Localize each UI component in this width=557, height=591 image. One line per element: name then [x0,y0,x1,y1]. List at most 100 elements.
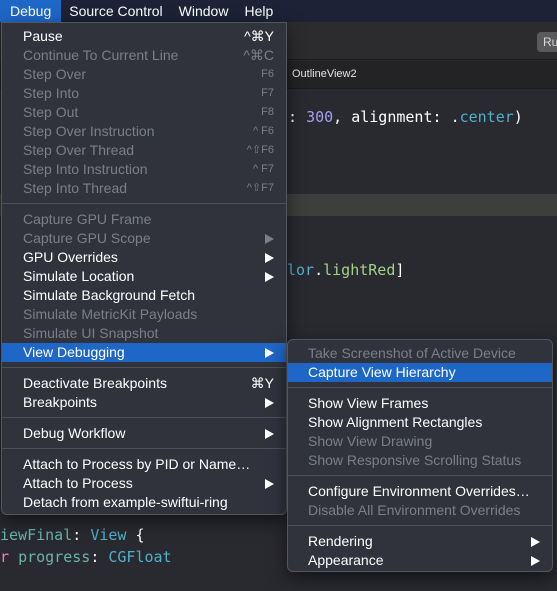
menu-item-label: Step Over [23,66,87,82]
menu-item-simulate-metrickit-payloads[interactable]: Simulate MetricKit Payloads [2,305,286,324]
menu-item-capture-gpu-scope[interactable]: Capture GPU Scope [2,229,286,248]
keyboard-shortcut: F8 [261,106,274,118]
keyboard-shortcut: ^ F7 [252,163,274,175]
menu-item-label: Simulate MetricKit Payloads [23,306,198,322]
keyboard-shortcut: ^⇧F6 [246,144,274,156]
menu-item-breakpoints[interactable]: Breakpoints [2,393,286,412]
code-token-keyword: r [0,548,10,566]
menu-item-label: Capture GPU Frame [23,211,152,227]
menu-item-capture-gpu-frame[interactable]: Capture GPU Frame [2,210,286,229]
menu-item-detach-from-example-swiftui-ring[interactable]: Detach from example-swiftui-ring [2,493,286,512]
menu-item-step-into[interactable]: Step Into F7 [2,84,286,103]
keyboard-shortcut: F7 [261,87,274,99]
code-token-type: CGFloat [108,548,172,566]
menu-item-step-over-instruction[interactable]: Step Over Instruction ^ F6 [2,122,286,141]
menu-item-capture-view-hierarchy[interactable]: Capture View Hierarchy [288,363,552,382]
menu-item-label: Step Over Thread [23,142,135,158]
menu-item-label: View Debugging [23,344,125,360]
menu-item-attach-to-process[interactable]: Attach to Process [2,474,286,493]
menu-separator [288,387,552,388]
menu-item-deactivate-breakpoints[interactable]: Deactivate Breakpoints ⌘Y [2,374,286,393]
code-token-type: View [90,526,127,544]
menu-item-pause[interactable]: Pause ^⌘Y [2,27,286,46]
menu-item-step-over-thread[interactable]: Step Over Thread ^⇧F6 [2,141,286,160]
code-token-member: lightRed [323,261,396,279]
menu-item-appearance[interactable]: Appearance [288,551,552,570]
menu-item-take-screenshot-of-active-device[interactable]: Take Screenshot of Active Device [288,344,552,363]
menu-item-continue-to-current-line[interactable]: Continue To Current Line ^⌘C [2,46,286,65]
menu-item-configure-environment-overrides[interactable]: Configure Environment Overrides… [288,482,552,501]
menu-item-show-view-drawing[interactable]: Show View Drawing [288,432,552,451]
menu-item-label: Show View Drawing [308,433,433,449]
menu-item-label: Debug Workflow [23,425,126,441]
keyboard-shortcut: ^ F6 [252,125,274,137]
code-line-struct: iewFinal: View { [0,526,145,544]
menu-item-step-into-instruction[interactable]: Step Into Instruction ^ F7 [2,160,286,179]
menu-item-simulate-location[interactable]: Simulate Location [2,267,286,286]
menu-separator [2,448,286,449]
keyboard-shortcut: ^⌘Y [244,28,274,44]
menubar-item-debug[interactable]: Debug [0,0,62,22]
tab-outlineview2[interactable]: OutlineView2 [292,68,357,80]
menubar-item-source-control[interactable]: Source Control [61,0,170,22]
menu-item-step-over[interactable]: Step Over F6 [2,65,286,84]
menu-item-label: Detach from example-swiftui-ring [23,494,228,510]
keyboard-shortcut: ⌘Y [250,375,274,391]
menu-item-debug-workflow[interactable]: Debug Workflow [2,424,286,443]
code-token-struct-name: iewFinal [0,526,73,544]
menu-item-simulate-background-fetch[interactable]: Simulate Background Fetch [2,286,286,305]
submenu-arrow-icon [265,272,274,282]
menu-item-label: Show Responsive Scrolling Status [308,452,522,468]
submenu-arrow-icon [265,348,274,358]
code-token-member: center [459,108,514,126]
menu-separator [2,417,286,418]
code-token: , alignment: [333,108,451,126]
submenu-arrow-icon [531,556,540,566]
code-token-number: 300 [306,108,334,126]
menu-item-rendering[interactable]: Rendering [288,532,552,551]
run-button[interactable]: Ru [537,32,557,52]
submenu-arrow-icon [265,429,274,439]
menu-item-step-out[interactable]: Step Out F8 [2,103,286,122]
menu-item-label: Attach to Process by PID or Name… [23,456,251,472]
menu-item-label: Rendering [308,533,373,549]
menu-item-label: Breakpoints [23,394,97,410]
menu-separator [2,203,286,204]
menu-item-label: Simulate Location [23,268,135,284]
menu-item-view-debugging[interactable]: View Debugging [2,343,286,362]
code-token: . [450,108,460,126]
menu-item-show-responsive-scrolling-status[interactable]: Show Responsive Scrolling Status [288,451,552,470]
code-line-progress: r progress: CGFloat [0,548,172,566]
submenu-arrow-icon [265,234,274,244]
menu-item-label: Step Out [23,104,79,120]
menu-item-label: Capture GPU Scope [23,230,151,246]
keyboard-shortcut: ^⌘C [243,47,274,63]
menu-item-label: Step Into Instruction [23,161,148,177]
keyboard-shortcut: ^⇧F7 [246,182,274,194]
code-token: : [72,526,91,544]
menu-item-label: Step Into [23,85,80,101]
menu-item-label: GPU Overrides [23,249,118,265]
debug-menu: Pause ^⌘Y Continue To Current Line ^⌘C Step … [1,22,287,515]
submenu-arrow-icon [265,479,274,489]
submenu-arrow-icon [531,537,540,547]
code-token: ] [395,261,405,279]
code-line-colors: lor.lightRed] [287,261,404,279]
menu-item-step-into-thread[interactable]: Step Into Thread ^⇧F7 [2,179,286,198]
menubar-item-window[interactable]: Window [171,0,237,22]
menu-item-label: Step Over Instruction [23,123,155,139]
menu-item-disable-all-environment-overrides[interactable]: Disable All Environment Overrides [288,501,552,520]
menu-item-show-alignment-rectangles[interactable]: Show Alignment Rectangles [288,413,552,432]
menu-item-label: Configure Environment Overrides… [308,483,530,499]
menu-item-label: Continue To Current Line [23,47,179,63]
menu-item-label: Deactivate Breakpoints [23,375,167,391]
menu-separator [2,367,286,368]
menu-item-show-view-frames[interactable]: Show View Frames [288,394,552,413]
menubar-item-help[interactable]: Help [236,0,281,22]
menu-item-attach-to-process-by-pid-or-name[interactable]: Attach to Process by PID or Name… [2,455,286,474]
menu-bar: Debug Source Control Window Help [0,0,557,22]
code-token: { [126,526,145,544]
menu-item-simulate-ui-snapshot[interactable]: Simulate UI Snapshot [2,324,286,343]
menu-item-gpu-overrides[interactable]: GPU Overrides [2,248,286,267]
